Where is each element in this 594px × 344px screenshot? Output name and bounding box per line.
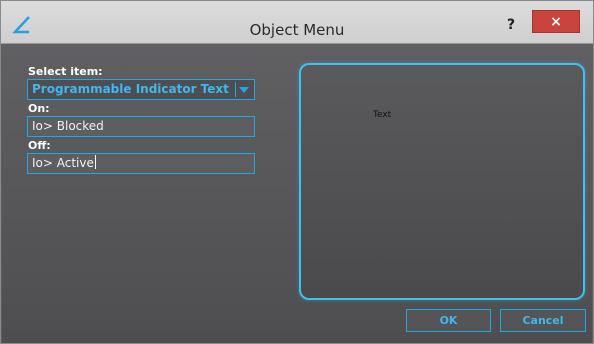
ok-button[interactable]: OK xyxy=(406,309,491,332)
title-bar[interactable]: Object Menu ? × xyxy=(1,1,593,44)
on-text-value: Io> Blocked xyxy=(32,119,104,133)
on-text-field[interactable]: Io> Blocked xyxy=(27,116,255,137)
object-menu-dialog: Object Menu ? × Select item: Programmabl… xyxy=(0,0,594,344)
chevron-down-icon[interactable] xyxy=(239,87,249,93)
select-divider xyxy=(235,82,236,97)
on-label: On: xyxy=(28,102,50,115)
cancel-button[interactable]: Cancel xyxy=(500,309,586,332)
preview-panel: Text xyxy=(299,63,585,300)
off-text-field[interactable]: Io> Active xyxy=(27,153,255,174)
close-button[interactable]: × xyxy=(532,10,580,33)
preview-text: Text xyxy=(373,110,392,120)
off-label: Off: xyxy=(28,139,51,152)
select-item-label: Select item: xyxy=(28,65,103,78)
off-text-value: Io> Active xyxy=(32,156,94,170)
text-cursor xyxy=(94,155,96,169)
item-select-value: Programmable Indicator Text xyxy=(32,82,229,96)
help-button[interactable]: ? xyxy=(497,15,525,35)
item-select[interactable]: Programmable Indicator Text xyxy=(27,79,255,100)
